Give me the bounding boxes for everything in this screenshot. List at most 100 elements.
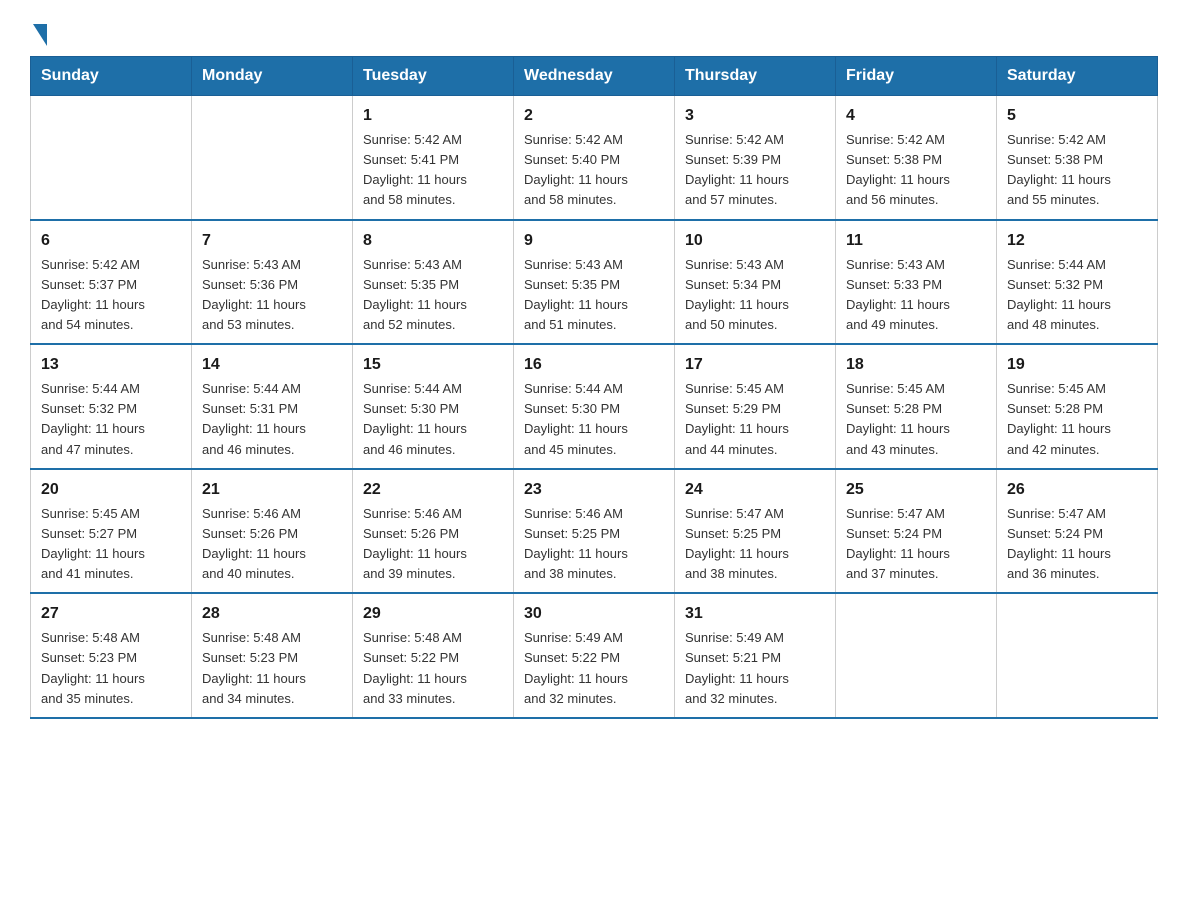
day-number: 2 [524, 104, 664, 128]
weekday-header-wednesday: Wednesday [514, 57, 675, 96]
weekday-header-thursday: Thursday [675, 57, 836, 96]
day-info: Sunrise: 5:44 AMSunset: 5:31 PMDaylight:… [202, 379, 342, 460]
day-info: Sunrise: 5:42 AMSunset: 5:40 PMDaylight:… [524, 130, 664, 211]
day-info: Sunrise: 5:49 AMSunset: 5:22 PMDaylight:… [524, 628, 664, 709]
table-row: 8Sunrise: 5:43 AMSunset: 5:35 PMDaylight… [353, 220, 514, 345]
table-row: 23Sunrise: 5:46 AMSunset: 5:25 PMDayligh… [514, 469, 675, 594]
day-number: 25 [846, 478, 986, 502]
day-info: Sunrise: 5:48 AMSunset: 5:23 PMDaylight:… [202, 628, 342, 709]
day-info: Sunrise: 5:46 AMSunset: 5:26 PMDaylight:… [202, 504, 342, 585]
day-info: Sunrise: 5:45 AMSunset: 5:28 PMDaylight:… [1007, 379, 1147, 460]
table-row: 24Sunrise: 5:47 AMSunset: 5:25 PMDayligh… [675, 469, 836, 594]
day-info: Sunrise: 5:48 AMSunset: 5:23 PMDaylight:… [41, 628, 181, 709]
logo [30, 20, 47, 46]
day-info: Sunrise: 5:44 AMSunset: 5:32 PMDaylight:… [1007, 255, 1147, 336]
day-number: 19 [1007, 353, 1147, 377]
day-info: Sunrise: 5:47 AMSunset: 5:24 PMDaylight:… [1007, 504, 1147, 585]
day-number: 8 [363, 229, 503, 253]
day-number: 15 [363, 353, 503, 377]
day-info: Sunrise: 5:49 AMSunset: 5:21 PMDaylight:… [685, 628, 825, 709]
day-info: Sunrise: 5:42 AMSunset: 5:38 PMDaylight:… [846, 130, 986, 211]
table-row: 7Sunrise: 5:43 AMSunset: 5:36 PMDaylight… [192, 220, 353, 345]
table-row: 26Sunrise: 5:47 AMSunset: 5:24 PMDayligh… [997, 469, 1158, 594]
day-info: Sunrise: 5:44 AMSunset: 5:30 PMDaylight:… [524, 379, 664, 460]
day-number: 24 [685, 478, 825, 502]
day-number: 18 [846, 353, 986, 377]
day-number: 13 [41, 353, 181, 377]
table-row: 15Sunrise: 5:44 AMSunset: 5:30 PMDayligh… [353, 344, 514, 469]
day-info: Sunrise: 5:48 AMSunset: 5:22 PMDaylight:… [363, 628, 503, 709]
day-number: 26 [1007, 478, 1147, 502]
table-row: 10Sunrise: 5:43 AMSunset: 5:34 PMDayligh… [675, 220, 836, 345]
day-number: 22 [363, 478, 503, 502]
day-number: 28 [202, 602, 342, 626]
weekday-header-row: SundayMondayTuesdayWednesdayThursdayFrid… [31, 57, 1158, 96]
table-row: 21Sunrise: 5:46 AMSunset: 5:26 PMDayligh… [192, 469, 353, 594]
table-row: 17Sunrise: 5:45 AMSunset: 5:29 PMDayligh… [675, 344, 836, 469]
logo-triangle-icon [33, 24, 47, 46]
day-number: 29 [363, 602, 503, 626]
day-number: 4 [846, 104, 986, 128]
table-row: 9Sunrise: 5:43 AMSunset: 5:35 PMDaylight… [514, 220, 675, 345]
weekday-header-friday: Friday [836, 57, 997, 96]
week-row-4: 20Sunrise: 5:45 AMSunset: 5:27 PMDayligh… [31, 469, 1158, 594]
table-row: 19Sunrise: 5:45 AMSunset: 5:28 PMDayligh… [997, 344, 1158, 469]
calendar-table: SundayMondayTuesdayWednesdayThursdayFrid… [30, 56, 1158, 719]
day-info: Sunrise: 5:43 AMSunset: 5:35 PMDaylight:… [524, 255, 664, 336]
page-header [30, 20, 1158, 46]
day-info: Sunrise: 5:42 AMSunset: 5:38 PMDaylight:… [1007, 130, 1147, 211]
table-row: 25Sunrise: 5:47 AMSunset: 5:24 PMDayligh… [836, 469, 997, 594]
day-number: 23 [524, 478, 664, 502]
day-info: Sunrise: 5:47 AMSunset: 5:24 PMDaylight:… [846, 504, 986, 585]
table-row: 31Sunrise: 5:49 AMSunset: 5:21 PMDayligh… [675, 593, 836, 718]
week-row-3: 13Sunrise: 5:44 AMSunset: 5:32 PMDayligh… [31, 344, 1158, 469]
day-info: Sunrise: 5:44 AMSunset: 5:30 PMDaylight:… [363, 379, 503, 460]
day-info: Sunrise: 5:45 AMSunset: 5:29 PMDaylight:… [685, 379, 825, 460]
table-row: 6Sunrise: 5:42 AMSunset: 5:37 PMDaylight… [31, 220, 192, 345]
day-number: 20 [41, 478, 181, 502]
day-info: Sunrise: 5:42 AMSunset: 5:39 PMDaylight:… [685, 130, 825, 211]
weekday-header-monday: Monday [192, 57, 353, 96]
table-row: 30Sunrise: 5:49 AMSunset: 5:22 PMDayligh… [514, 593, 675, 718]
week-row-1: 1Sunrise: 5:42 AMSunset: 5:41 PMDaylight… [31, 96, 1158, 220]
day-info: Sunrise: 5:45 AMSunset: 5:27 PMDaylight:… [41, 504, 181, 585]
table-row: 11Sunrise: 5:43 AMSunset: 5:33 PMDayligh… [836, 220, 997, 345]
table-row: 12Sunrise: 5:44 AMSunset: 5:32 PMDayligh… [997, 220, 1158, 345]
table-row: 14Sunrise: 5:44 AMSunset: 5:31 PMDayligh… [192, 344, 353, 469]
day-number: 31 [685, 602, 825, 626]
day-number: 7 [202, 229, 342, 253]
week-row-5: 27Sunrise: 5:48 AMSunset: 5:23 PMDayligh… [31, 593, 1158, 718]
day-number: 12 [1007, 229, 1147, 253]
day-info: Sunrise: 5:43 AMSunset: 5:34 PMDaylight:… [685, 255, 825, 336]
table-row: 22Sunrise: 5:46 AMSunset: 5:26 PMDayligh… [353, 469, 514, 594]
table-row [836, 593, 997, 718]
day-info: Sunrise: 5:42 AMSunset: 5:37 PMDaylight:… [41, 255, 181, 336]
table-row: 29Sunrise: 5:48 AMSunset: 5:22 PMDayligh… [353, 593, 514, 718]
day-info: Sunrise: 5:46 AMSunset: 5:26 PMDaylight:… [363, 504, 503, 585]
day-number: 6 [41, 229, 181, 253]
table-row: 18Sunrise: 5:45 AMSunset: 5:28 PMDayligh… [836, 344, 997, 469]
table-row: 3Sunrise: 5:42 AMSunset: 5:39 PMDaylight… [675, 96, 836, 220]
table-row: 13Sunrise: 5:44 AMSunset: 5:32 PMDayligh… [31, 344, 192, 469]
day-info: Sunrise: 5:44 AMSunset: 5:32 PMDaylight:… [41, 379, 181, 460]
day-number: 9 [524, 229, 664, 253]
table-row: 1Sunrise: 5:42 AMSunset: 5:41 PMDaylight… [353, 96, 514, 220]
day-number: 5 [1007, 104, 1147, 128]
table-row [192, 96, 353, 220]
day-number: 21 [202, 478, 342, 502]
day-number: 1 [363, 104, 503, 128]
day-number: 14 [202, 353, 342, 377]
table-row: 28Sunrise: 5:48 AMSunset: 5:23 PMDayligh… [192, 593, 353, 718]
day-number: 17 [685, 353, 825, 377]
table-row [31, 96, 192, 220]
table-row: 5Sunrise: 5:42 AMSunset: 5:38 PMDaylight… [997, 96, 1158, 220]
table-row: 4Sunrise: 5:42 AMSunset: 5:38 PMDaylight… [836, 96, 997, 220]
day-info: Sunrise: 5:47 AMSunset: 5:25 PMDaylight:… [685, 504, 825, 585]
table-row: 2Sunrise: 5:42 AMSunset: 5:40 PMDaylight… [514, 96, 675, 220]
day-number: 10 [685, 229, 825, 253]
table-row [997, 593, 1158, 718]
week-row-2: 6Sunrise: 5:42 AMSunset: 5:37 PMDaylight… [31, 220, 1158, 345]
day-number: 30 [524, 602, 664, 626]
day-number: 3 [685, 104, 825, 128]
table-row: 16Sunrise: 5:44 AMSunset: 5:30 PMDayligh… [514, 344, 675, 469]
